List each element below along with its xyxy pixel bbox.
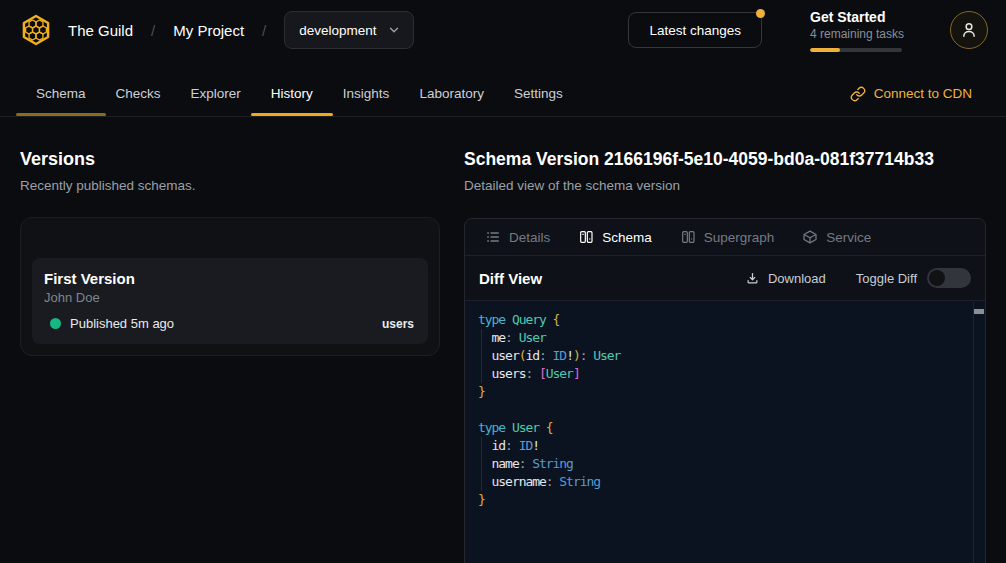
app-header: The Guild / My Project / development Lat… bbox=[0, 0, 1006, 60]
progress-fill bbox=[810, 48, 840, 52]
user-icon bbox=[959, 20, 979, 40]
download-label: Download bbox=[768, 271, 826, 286]
nav-tab-laboratory[interactable]: Laboratory bbox=[415, 71, 488, 116]
target-selector[interactable]: development bbox=[284, 11, 413, 49]
indent-guide bbox=[481, 329, 482, 383]
scrollbar-track bbox=[973, 302, 974, 563]
versions-subtitle: Recently published schemas. bbox=[20, 177, 440, 195]
user-avatar[interactable] bbox=[950, 11, 988, 49]
code-line: id: ID! bbox=[478, 437, 985, 455]
versions-title: Versions bbox=[20, 147, 440, 171]
code-line: type User { bbox=[478, 419, 985, 437]
main-nav: Schema Checks Explorer History Insights Labor… bbox=[0, 60, 1006, 117]
tab-supergraph-label: Supergraph bbox=[704, 230, 775, 245]
get-started-progress bbox=[810, 48, 902, 52]
tab-details[interactable]: Details bbox=[485, 229, 550, 245]
tab-schema-label: Schema bbox=[602, 230, 652, 245]
latest-changes-label: Latest changes bbox=[649, 23, 741, 38]
version-service-badge: users bbox=[382, 317, 414, 331]
nav-tab-settings[interactable]: Settings bbox=[510, 71, 567, 116]
schema-version-column: Schema Version 2166196f-5e10-4059-bd0a-0… bbox=[464, 117, 1006, 563]
nav-tab-explorer[interactable]: Explorer bbox=[187, 71, 245, 116]
tab-service[interactable]: Service bbox=[802, 229, 871, 245]
code-line: } bbox=[478, 491, 985, 509]
download-button[interactable]: Download bbox=[745, 271, 826, 286]
code-line: name: String bbox=[478, 455, 985, 473]
schema-version-panel: Details Schema Supergraph bbox=[464, 218, 986, 563]
columns-icon bbox=[578, 229, 594, 245]
chevron-down-icon bbox=[387, 23, 401, 37]
link-icon bbox=[850, 86, 866, 102]
code-line: username: String bbox=[478, 473, 985, 491]
tab-supergraph[interactable]: Supergraph bbox=[680, 229, 775, 245]
breadcrumb-org[interactable]: The Guild bbox=[68, 22, 133, 39]
version-card[interactable]: First Version John Doe Published 5m ago … bbox=[32, 258, 428, 344]
code-line bbox=[478, 401, 985, 419]
code-line: me: User bbox=[478, 329, 985, 347]
guild-logo-icon[interactable] bbox=[20, 14, 52, 46]
nav-tab-insights[interactable]: Insights bbox=[339, 71, 394, 116]
nav-tabs: Schema Checks Explorer History Insights Labor… bbox=[32, 71, 589, 116]
versions-column: Versions Recently published schemas. Fir… bbox=[0, 117, 464, 563]
breadcrumb-project[interactable]: My Project bbox=[173, 22, 244, 39]
code-line: user(id: ID!): User bbox=[478, 347, 985, 365]
cube-icon bbox=[802, 229, 818, 245]
nav-tab-checks[interactable]: Checks bbox=[112, 71, 165, 116]
code-line: } bbox=[478, 383, 985, 401]
versions-list: First Version John Doe Published 5m ago … bbox=[20, 217, 440, 356]
version-meta-row: Published 5m ago users bbox=[44, 316, 414, 331]
breadcrumb-separator: / bbox=[151, 22, 155, 39]
toggle-knob bbox=[929, 270, 945, 286]
published-status-icon bbox=[50, 318, 61, 329]
schema-version-subtitle: Detailed view of the schema version bbox=[464, 177, 986, 195]
nav-tab-schema[interactable]: Schema bbox=[32, 71, 90, 116]
notification-dot bbox=[756, 9, 765, 18]
scrollbar-thumb[interactable] bbox=[974, 309, 984, 314]
tab-service-label: Service bbox=[826, 230, 871, 245]
version-author: John Doe bbox=[44, 289, 414, 307]
columns-icon bbox=[680, 229, 696, 245]
connect-to-cdn-link[interactable]: Connect to CDN bbox=[850, 86, 1006, 102]
tab-details-label: Details bbox=[509, 230, 550, 245]
schema-code-editor[interactable]: type Query { me: User user(id: ID!): Use… bbox=[465, 302, 985, 563]
get-started-title: Get Started bbox=[810, 9, 902, 25]
code-line: users: [User] bbox=[478, 365, 985, 383]
list-icon bbox=[485, 229, 501, 245]
download-icon bbox=[745, 271, 760, 286]
diff-view-title: Diff View bbox=[479, 270, 542, 287]
breadcrumb: The Guild / My Project / bbox=[68, 22, 266, 39]
toggle-diff-label: Toggle Diff bbox=[856, 271, 917, 286]
indent-guide bbox=[481, 437, 482, 491]
diff-toolbar: Diff View Download Toggle Diff bbox=[465, 256, 985, 301]
get-started-widget[interactable]: Get Started 4 remaining tasks bbox=[810, 9, 902, 52]
code-line: type Query { bbox=[478, 311, 985, 329]
main-content: Versions Recently published schemas. Fir… bbox=[0, 117, 1006, 563]
latest-changes-button[interactable]: Latest changes bbox=[628, 12, 762, 48]
breadcrumb-separator: / bbox=[262, 22, 266, 39]
version-status: Published 5m ago bbox=[70, 316, 174, 331]
target-selector-value: development bbox=[299, 23, 376, 38]
version-title: First Version bbox=[44, 269, 414, 289]
get-started-subtitle: 4 remaining tasks bbox=[810, 27, 902, 41]
toggle-diff-switch[interactable] bbox=[927, 268, 971, 288]
code-lines: type Query { me: User user(id: ID!): Use… bbox=[478, 311, 985, 509]
header-actions: Latest changes Get Started 4 remaining t… bbox=[628, 9, 988, 52]
nav-tab-history[interactable]: History bbox=[267, 71, 317, 116]
tab-schema[interactable]: Schema bbox=[578, 229, 652, 245]
panel-tabs: Details Schema Supergraph bbox=[465, 219, 985, 256]
schema-version-title: Schema Version 2166196f-5e10-4059-bd0a-0… bbox=[464, 147, 986, 171]
connect-to-cdn-label: Connect to CDN bbox=[874, 86, 972, 101]
